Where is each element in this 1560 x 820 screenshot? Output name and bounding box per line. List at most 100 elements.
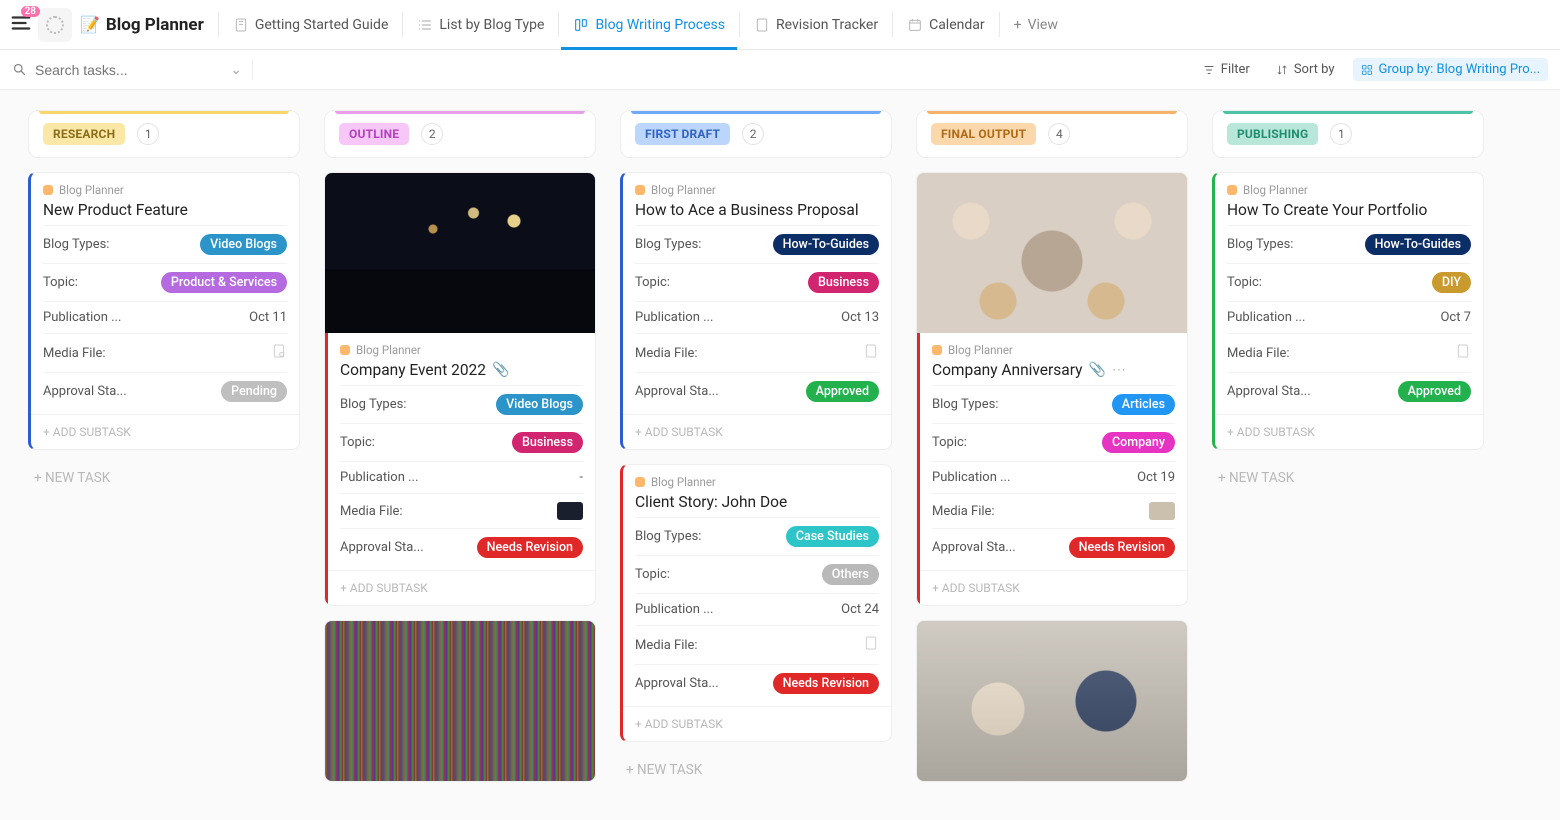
field-label: Topic: bbox=[340, 435, 375, 450]
filter-button[interactable]: Filter bbox=[1195, 58, 1258, 81]
new-task-button[interactable]: + NEW TASK bbox=[28, 464, 300, 492]
search-chevron-icon[interactable]: ⌄ bbox=[230, 62, 242, 78]
column-header[interactable]: FIRST DRAFT 2 bbox=[620, 110, 892, 158]
field-label: Media File: bbox=[43, 346, 106, 361]
add-subtask-button[interactable]: + ADD SUBTASK bbox=[623, 414, 891, 449]
workspace-avatar[interactable] bbox=[38, 8, 72, 42]
column-header[interactable]: FINAL OUTPUT 4 bbox=[916, 110, 1188, 158]
search-input[interactable] bbox=[35, 62, 222, 78]
approval-chip: Approved bbox=[806, 381, 879, 402]
card-cover-image bbox=[325, 173, 595, 333]
field-label: Approval Sta... bbox=[635, 676, 719, 691]
task-card[interactable]: Blog Planner New Product Feature Blog Ty… bbox=[28, 172, 300, 450]
group-by-button[interactable]: Group by: Blog Writing Pro... bbox=[1353, 58, 1548, 81]
field-label: Media File: bbox=[635, 638, 698, 653]
field-label: Approval Sta... bbox=[43, 384, 127, 399]
attachment-icon: 📎 bbox=[1088, 362, 1105, 378]
task-card[interactable]: Blog Planner Company Anniversary📎⋯ Blog … bbox=[916, 172, 1188, 606]
list-color-icon bbox=[43, 185, 53, 195]
card-cover-image bbox=[917, 621, 1187, 781]
field-label: Topic: bbox=[635, 275, 670, 290]
add-subtask-button[interactable]: + ADD SUBTASK bbox=[920, 570, 1187, 605]
column-header[interactable]: RESEARCH 1 bbox=[28, 110, 300, 158]
add-subtask-button[interactable]: + ADD SUBTASK bbox=[31, 414, 299, 449]
tab-calendar[interactable]: Calendar bbox=[895, 0, 997, 49]
column-count: 2 bbox=[742, 123, 764, 145]
field-label: Media File: bbox=[1227, 346, 1290, 361]
add-subtask-button[interactable]: + ADD SUBTASK bbox=[328, 570, 595, 605]
pub-date-value: Oct 24 bbox=[841, 602, 879, 617]
add-subtask-button[interactable]: + ADD SUBTASK bbox=[623, 706, 891, 741]
menu-toggle[interactable]: 28 bbox=[10, 12, 32, 38]
tab-label: List by Blog Type bbox=[439, 17, 544, 33]
approval-chip: Needs Revision bbox=[1069, 537, 1175, 558]
view-tabs: Getting Started Guide List by Blog Type … bbox=[216, 0, 1070, 49]
plus-icon: + bbox=[1014, 17, 1022, 33]
card-title: Company Event 2022📎 bbox=[340, 361, 583, 379]
calendar-icon bbox=[907, 17, 923, 33]
column-header[interactable]: OUTLINE 2 bbox=[324, 110, 596, 158]
field-label: Topic: bbox=[43, 275, 78, 290]
column-final-output: FINAL OUTPUT 4 Blog Planner Company Anni… bbox=[916, 110, 1188, 782]
list-color-icon bbox=[340, 345, 350, 355]
task-card[interactable] bbox=[324, 620, 596, 782]
add-view-button[interactable]: + View bbox=[1002, 0, 1070, 49]
field-label: Blog Types: bbox=[1227, 237, 1293, 252]
field-label: Blog Types: bbox=[932, 397, 998, 412]
card-breadcrumb: Blog Planner bbox=[635, 183, 879, 197]
column-header[interactable]: PUBLISHING 1 bbox=[1212, 110, 1484, 158]
tab-writing-process[interactable]: Blog Writing Process bbox=[561, 0, 737, 49]
tab-getting-started[interactable]: Getting Started Guide bbox=[221, 0, 401, 49]
topic-chip: Business bbox=[808, 272, 879, 293]
field-label: Approval Sta... bbox=[1227, 384, 1311, 399]
field-label: Approval Sta... bbox=[340, 540, 424, 555]
field-label: Blog Types: bbox=[43, 237, 109, 252]
board-icon bbox=[573, 17, 589, 33]
task-card[interactable]: Blog Planner How To Create Your Portfoli… bbox=[1212, 172, 1484, 450]
field-label: Publication ... bbox=[340, 470, 418, 485]
filter-label: Filter bbox=[1221, 62, 1250, 77]
pub-date-value: - bbox=[579, 470, 583, 485]
field-label: Media File: bbox=[932, 504, 995, 519]
approval-chip: Pending bbox=[221, 381, 287, 402]
list-color-icon bbox=[635, 477, 645, 487]
stage-pill: OUTLINE bbox=[339, 123, 409, 145]
stage-pill: PUBLISHING bbox=[1227, 123, 1318, 145]
column-research: RESEARCH 1 Blog Planner New Product Feat… bbox=[28, 110, 300, 492]
field-label: Publication ... bbox=[635, 602, 713, 617]
file-icon bbox=[863, 342, 879, 364]
blog-type-chip: Case Studies bbox=[786, 526, 879, 547]
approval-chip: Approved bbox=[1398, 381, 1471, 402]
add-subtask-button[interactable]: + ADD SUBTASK bbox=[1215, 414, 1483, 449]
tab-list-by-type[interactable]: List by Blog Type bbox=[405, 0, 556, 49]
task-card[interactable] bbox=[916, 620, 1188, 782]
tab-revision-tracker[interactable]: Revision Tracker bbox=[742, 0, 890, 49]
stage-pill: FIRST DRAFT bbox=[635, 123, 730, 145]
search-wrap: ⌄ bbox=[12, 62, 242, 78]
blog-type-chip: Articles bbox=[1112, 394, 1175, 415]
card-breadcrumb: Blog Planner bbox=[932, 343, 1175, 357]
topic-chip: Others bbox=[822, 564, 879, 585]
field-label: Media File: bbox=[340, 504, 403, 519]
file-icon bbox=[271, 342, 287, 364]
task-card[interactable]: Blog Planner Company Event 2022📎 Blog Ty… bbox=[324, 172, 596, 606]
more-icon[interactable]: ⋯ bbox=[1112, 362, 1126, 378]
tab-label: Blog Writing Process bbox=[595, 17, 725, 33]
column-publishing: PUBLISHING 1 Blog Planner How To Create … bbox=[1212, 110, 1484, 492]
tab-label: Revision Tracker bbox=[776, 17, 878, 33]
card-breadcrumb: Blog Planner bbox=[1227, 183, 1471, 197]
task-card[interactable]: Blog Planner Client Story: John Doe Blog… bbox=[620, 464, 892, 742]
new-task-button[interactable]: + NEW TASK bbox=[1212, 464, 1484, 492]
group-icon bbox=[1361, 64, 1373, 76]
task-card[interactable]: Blog Planner How to Ace a Business Propo… bbox=[620, 172, 892, 450]
new-task-button[interactable]: + NEW TASK bbox=[620, 756, 892, 784]
doc-icon bbox=[754, 17, 770, 33]
sort-button[interactable]: Sort by bbox=[1268, 58, 1343, 81]
card-title: Company Anniversary📎⋯ bbox=[932, 361, 1175, 379]
topbar: 28 📝 Blog Planner Getting Started Guide … bbox=[0, 0, 1560, 50]
page-title-group[interactable]: 📝 Blog Planner bbox=[80, 15, 204, 35]
media-thumbnail bbox=[1149, 502, 1175, 520]
group-label: Group by: Blog Writing Pro... bbox=[1379, 62, 1540, 77]
column-first-draft: FIRST DRAFT 2 Blog Planner How to Ace a … bbox=[620, 110, 892, 784]
topic-chip: Business bbox=[512, 432, 583, 453]
